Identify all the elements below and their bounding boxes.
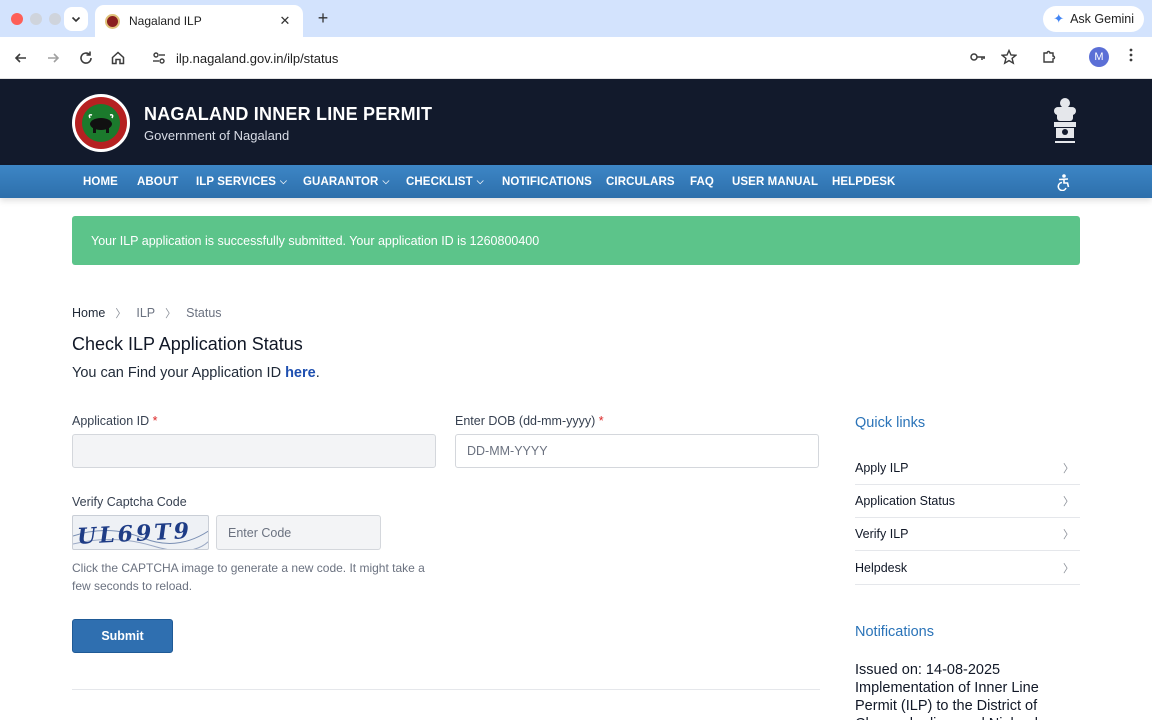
breadcrumb-home[interactable]: Home	[72, 306, 105, 320]
nav-helpdesk[interactable]: HELPDESK	[832, 165, 895, 198]
ask-gemini-button[interactable]: ✦ Ask Gemini	[1043, 6, 1144, 32]
nav-about[interactable]: ABOUT	[137, 165, 178, 198]
national-emblem-icon	[1047, 95, 1083, 149]
site-title: NAGALAND INNER LINE PERMIT	[144, 104, 433, 124]
chevron-right-icon: 〉	[115, 308, 127, 320]
chevron-right-icon: 〉	[1063, 496, 1074, 508]
arrow-left-icon	[14, 53, 26, 63]
nav-guarantor[interactable]: GUARANTOR ⌵	[303, 165, 389, 198]
bookmark-star-icon[interactable]	[1000, 48, 1018, 70]
arrow-right-icon	[48, 53, 60, 63]
reload-icon	[80, 51, 92, 64]
site-subtitle: Government of Nagaland	[144, 128, 290, 143]
nav-user-manual[interactable]: USER MANUAL	[732, 165, 818, 198]
puzzle-icon	[1043, 50, 1056, 63]
chevron-right-icon: 〉	[1063, 529, 1074, 541]
chevron-down-icon: ⌵	[476, 176, 484, 186]
browser-toolbar: ilp.nagaland.gov.in/ilp/status M	[0, 37, 1152, 79]
nav-checklist[interactable]: CHECKLIST ⌵	[406, 165, 484, 198]
application-id-hint: You can Find your Application ID here.	[72, 365, 320, 381]
find-application-id-link[interactable]: here	[285, 365, 316, 381]
site-info-icon[interactable]	[150, 49, 168, 67]
notifications-heading: Notifications	[855, 624, 934, 640]
back-button[interactable]	[10, 47, 32, 69]
home-button[interactable]	[107, 47, 129, 69]
form-divider	[72, 689, 820, 690]
chevron-right-icon: 〉	[1063, 563, 1074, 575]
gemini-sparkle-icon: ✦	[1053, 11, 1065, 26]
dob-label: Enter DOB (dd-mm-yyyy) *	[455, 414, 604, 428]
page-title: Check ILP Application Status	[72, 334, 303, 354]
tab-search-button[interactable]	[64, 7, 88, 31]
captcha-label: Verify Captcha Code	[72, 495, 187, 509]
accessibility-icon	[1057, 174, 1070, 192]
application-id-input[interactable]	[72, 434, 436, 468]
profile-button[interactable]: M	[1089, 47, 1109, 67]
site-favicon-icon	[105, 13, 120, 29]
breadcrumb: Home 〉 ILP 〉 Status	[72, 305, 222, 321]
quick-link-verify-ilp[interactable]: Verify ILP 〉	[855, 518, 1080, 551]
forward-button[interactable]	[42, 47, 64, 69]
quick-link-application-status[interactable]: Application Status 〉	[855, 485, 1080, 518]
nav-faq[interactable]: FAQ	[690, 165, 714, 198]
maximize-window-button[interactable]	[49, 13, 61, 25]
accessibility-button[interactable]	[1054, 173, 1072, 192]
new-tab-button[interactable]: +	[313, 8, 333, 29]
site-header: NAGALAND INNER LINE PERMIT Government of…	[0, 79, 1152, 165]
quick-link-helpdesk[interactable]: Helpdesk 〉	[855, 552, 1080, 585]
chevron-down-icon: ⌵	[382, 176, 390, 186]
extensions-button[interactable]	[1041, 47, 1059, 65]
chevron-down-icon: ⌵	[280, 176, 287, 186]
address-bar[interactable]: ilp.nagaland.gov.in/ilp/status	[140, 42, 1025, 74]
hint-suffix: .	[315, 365, 320, 381]
breadcrumb-ilp[interactable]: ILP	[136, 306, 155, 320]
close-window-button[interactable]	[11, 13, 23, 25]
chevron-right-icon: 〉	[165, 308, 177, 320]
password-key-icon[interactable]	[969, 48, 987, 71]
quick-link-apply-ilp[interactable]: Apply ILP 〉	[855, 452, 1080, 485]
captcha-image[interactable]: UL69T9	[72, 515, 209, 550]
more-vertical-icon	[1129, 48, 1133, 62]
minimize-window-button[interactable]	[30, 13, 42, 25]
captcha-help-text: Click the CAPTCHA image to generate a ne…	[72, 561, 425, 593]
chevron-right-icon: 〉	[1063, 463, 1074, 475]
captcha-code-input[interactable]	[216, 515, 381, 550]
success-alert-message: Your ILP application is successfully sub…	[91, 233, 540, 248]
required-mark: *	[152, 414, 158, 428]
application-id-label: Application ID *	[72, 414, 158, 428]
hint-text: You can Find your Application ID	[72, 365, 282, 381]
tab-title: Nagaland ILP	[129, 14, 202, 28]
browser-menu-button[interactable]	[1124, 47, 1138, 63]
success-alert: Your ILP application is successfully sub…	[72, 216, 1080, 265]
profile-avatar: M	[1089, 47, 1109, 67]
ask-gemini-label: Ask Gemini	[1070, 12, 1134, 26]
nav-ilp-services[interactable]: ILP SERVICES ⌵	[196, 165, 287, 198]
captcha-code-text: UL69T9	[76, 518, 192, 550]
reload-button[interactable]	[75, 47, 97, 69]
nav-home[interactable]: HOME	[83, 165, 118, 198]
chevron-down-icon	[71, 16, 81, 23]
required-mark: *	[598, 414, 604, 428]
submit-button[interactable]: Submit	[72, 619, 173, 653]
tab-close-icon[interactable]: ✕	[277, 13, 293, 29]
dob-input[interactable]	[455, 434, 819, 468]
quick-links-heading: Quick links	[855, 415, 926, 431]
main-nav: HOME ABOUT ILP SERVICES ⌵ GUARANTOR ⌵ CHEC…	[0, 165, 1152, 198]
notification-item[interactable]: Issued on: 14-08-2025 Implementation of …	[855, 661, 1080, 720]
nav-circulars[interactable]: CIRCULARS	[606, 165, 675, 198]
home-icon	[111, 51, 125, 65]
nav-notifications[interactable]: NOTIFICATIONS	[502, 165, 592, 198]
url-text: ilp.nagaland.gov.in/ilp/status	[176, 50, 339, 66]
nagaland-seal-logo[interactable]	[72, 94, 130, 152]
browser-tab[interactable]: Nagaland ILP ✕	[95, 5, 303, 37]
breadcrumb-status: Status	[186, 306, 222, 320]
browser-tab-bar: Nagaland ILP ✕ + ✦ Ask Gemini	[0, 0, 1152, 37]
mithun-emblem-icon	[88, 114, 114, 133]
